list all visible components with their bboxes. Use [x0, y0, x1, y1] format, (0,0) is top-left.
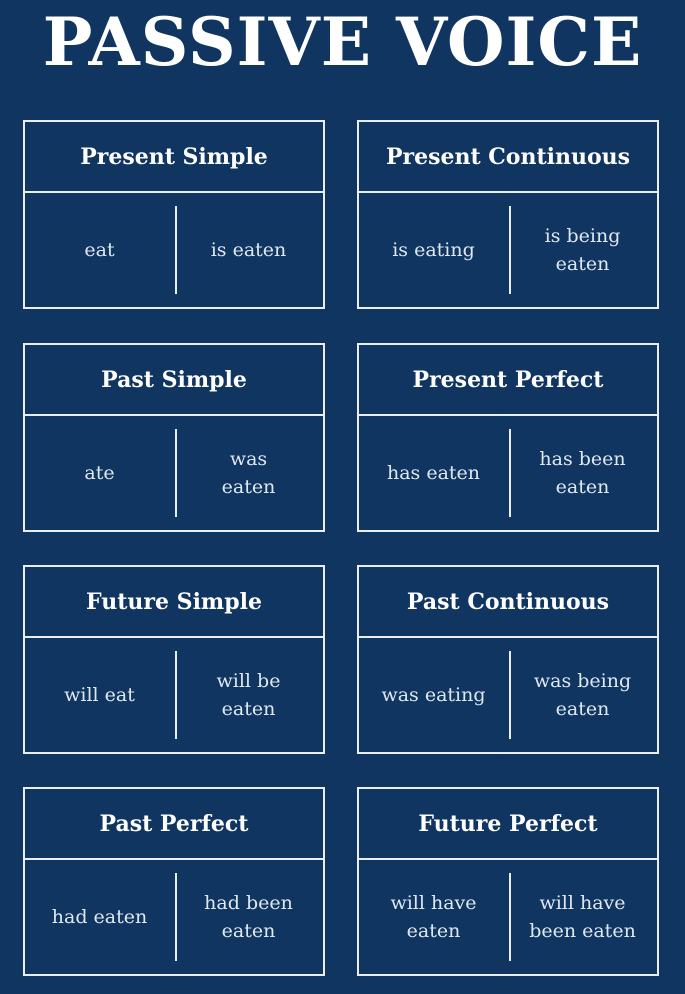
card-title: Past Perfect — [25, 789, 323, 860]
passive-form: had been eaten — [204, 892, 293, 942]
passive-form: was eaten — [221, 448, 276, 498]
active-form: is eating — [392, 239, 475, 261]
passive-form: has been eaten — [539, 448, 626, 498]
passive-form: will be eaten — [216, 670, 281, 720]
card-past-continuous: Past Continuous was eating was being eat… — [357, 565, 659, 754]
passive-form: was being eaten — [533, 670, 632, 720]
active-form: ate — [84, 462, 115, 484]
active-form: will have eaten — [390, 892, 477, 942]
passive-form: will have been eaten — [529, 892, 636, 942]
card-title: Present Continuous — [359, 122, 657, 193]
card-present-perfect: Present Perfect has eaten has been eaten — [357, 343, 659, 532]
card-body: is eating is being eaten — [359, 193, 657, 307]
card-title: Past Continuous — [359, 567, 657, 638]
card-title: Future Simple — [25, 567, 323, 638]
card-body: had eaten had been eaten — [25, 860, 323, 974]
active-form: will eat — [64, 684, 135, 706]
card-present-simple: Present Simple eat is eaten — [23, 120, 325, 309]
card-body: ate was eaten — [25, 416, 323, 530]
card-body: has eaten has been eaten — [359, 416, 657, 530]
card-title: Future Perfect — [359, 789, 657, 860]
page-title: PASSIVE VOICE — [42, 3, 643, 81]
active-form: eat — [84, 239, 115, 261]
card-title: Past Simple — [25, 345, 323, 416]
card-body: will have eaten will have been eaten — [359, 860, 657, 974]
active-form: had eaten — [51, 906, 148, 928]
card-past-simple: Past Simple ate was eaten — [23, 343, 325, 532]
card-body: eat is eaten — [25, 193, 323, 307]
card-past-perfect: Past Perfect had eaten had been eaten — [23, 787, 325, 976]
card-body: will eat will be eaten — [25, 638, 323, 752]
passive-form: is eaten — [210, 239, 287, 261]
card-body: was eating was being eaten — [359, 638, 657, 752]
card-present-continuous: Present Continuous is eating is being ea… — [357, 120, 659, 309]
card-title: Present Simple — [25, 122, 323, 193]
card-future-simple: Future Simple will eat will be eaten — [23, 565, 325, 754]
card-title: Present Perfect — [359, 345, 657, 416]
active-form: has eaten — [386, 462, 481, 484]
passive-form: is being eaten — [544, 225, 621, 275]
card-future-perfect: Future Perfect will have eaten will have… — [357, 787, 659, 976]
active-form: was eating — [381, 684, 486, 706]
tense-grid: Present Simple eat is eaten Present Cont… — [23, 120, 661, 980]
